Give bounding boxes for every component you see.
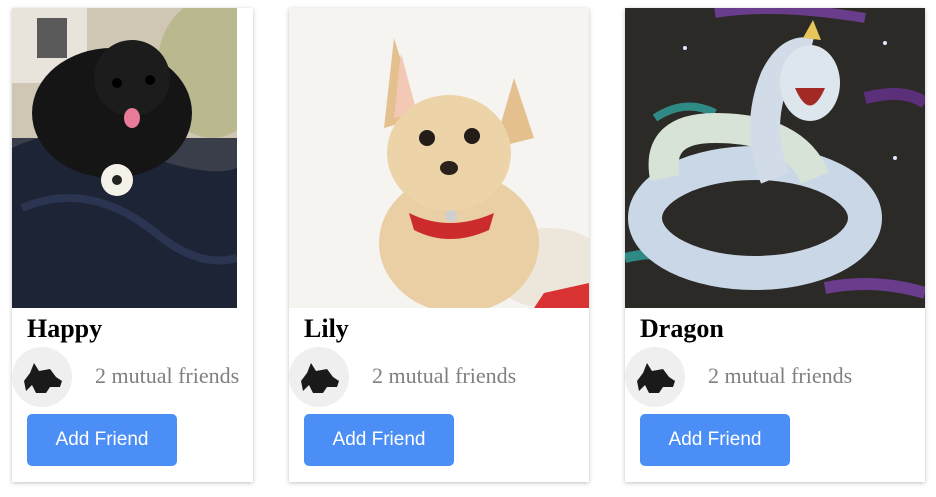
friend-card: Happy 2 mutual friends Add Friend xyxy=(12,8,253,482)
pet-name[interactable]: Dragon xyxy=(640,314,724,344)
add-friend-button[interactable]: Add Friend xyxy=(304,414,454,466)
pet-photo[interactable] xyxy=(289,8,589,308)
dog-head-icon xyxy=(625,347,685,407)
pet-name[interactable]: Happy xyxy=(27,314,102,344)
dog-head-icon xyxy=(289,347,349,407)
pet-photo[interactable] xyxy=(625,8,925,308)
mutual-friends-count: 2 mutual friends xyxy=(372,363,517,388)
pet-name[interactable]: Lily xyxy=(304,314,349,344)
friend-card: Lily 2 mutual friends Add Friend xyxy=(289,8,589,482)
add-friend-button[interactable]: Add Friend xyxy=(27,414,177,466)
mutual-friends-count: 2 mutual friends xyxy=(95,363,240,388)
mutual-friends-count: 2 mutual friends xyxy=(708,363,853,388)
pet-photo[interactable] xyxy=(12,8,237,308)
add-friend-button[interactable]: Add Friend xyxy=(640,414,790,466)
dog-head-icon xyxy=(12,347,72,407)
friend-card: Dragon 2 mutual friends Add Friend xyxy=(625,8,925,482)
